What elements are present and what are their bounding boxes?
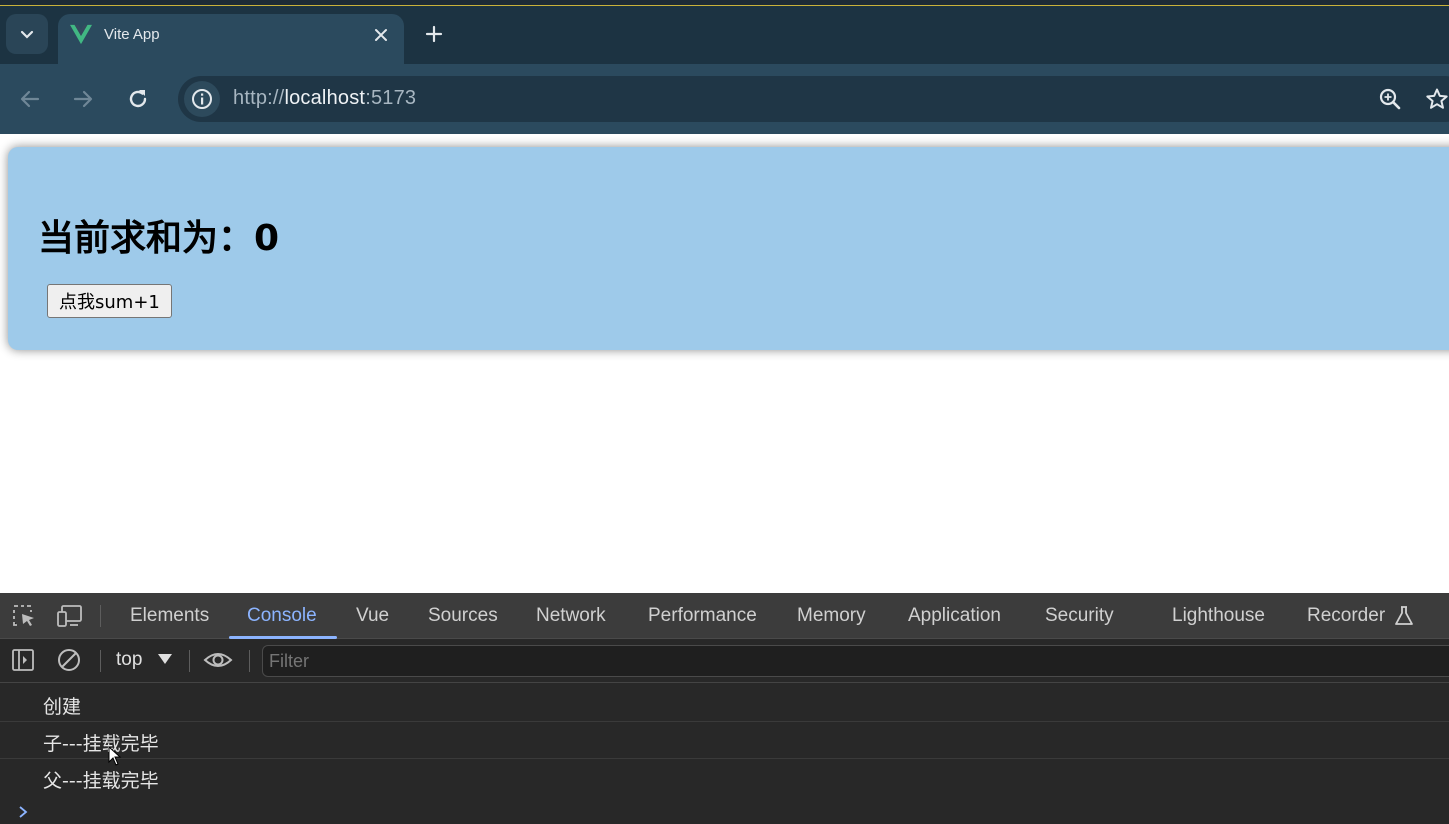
console-message: 创建 xyxy=(0,685,1449,722)
chevron-down-icon xyxy=(20,30,34,39)
browser-toolbar: http://localhost:5173 xyxy=(0,64,1449,134)
back-button[interactable] xyxy=(12,81,48,117)
toolbar-divider xyxy=(189,650,190,672)
sidebar-icon xyxy=(12,649,34,671)
toolbar-divider xyxy=(100,650,101,672)
info-icon xyxy=(192,89,212,109)
clear-icon xyxy=(58,649,80,671)
tab-memory[interactable]: Memory xyxy=(797,605,866,627)
console-message-text: 创建 xyxy=(43,696,82,718)
toolbar-divider xyxy=(100,605,101,627)
tab-network[interactable]: Network xyxy=(536,605,606,627)
star-icon xyxy=(1426,88,1448,109)
arrow-right-icon xyxy=(73,90,93,108)
reload-icon xyxy=(129,90,147,108)
browser-tab[interactable]: Vite App xyxy=(58,14,404,64)
tab-lighthouse[interactable]: Lighthouse xyxy=(1172,605,1265,627)
console-message-text: 父---挂载完毕 xyxy=(43,770,159,792)
vue-logo-icon xyxy=(70,24,92,45)
toolbar-divider xyxy=(249,650,250,672)
url-protocol: http:// xyxy=(233,87,285,109)
tab-search-button[interactable] xyxy=(6,14,48,54)
devtools-tab-bar: Elements Console Vue Sources Network Per… xyxy=(0,593,1449,639)
device-toolbar-button[interactable] xyxy=(55,601,85,631)
devtools-panel: Elements Console Vue Sources Network Per… xyxy=(0,593,1449,824)
context-selector[interactable]: top xyxy=(116,649,142,671)
plus-icon xyxy=(425,25,443,43)
tab-security[interactable]: Security xyxy=(1045,605,1114,627)
increment-sum-button[interactable]: 点我sum+1 xyxy=(47,284,172,318)
mouse-cursor-icon xyxy=(108,746,122,766)
console-message: 父---挂载完毕 xyxy=(0,759,1449,796)
console-prompt-chevron-icon[interactable] xyxy=(16,805,30,819)
device-icon xyxy=(57,605,82,627)
clear-console-button[interactable] xyxy=(54,645,84,675)
forward-button[interactable] xyxy=(65,81,101,117)
close-tab-button[interactable] xyxy=(368,22,394,48)
live-expression-button[interactable] xyxy=(203,645,233,675)
app-container: 当前求和为：0 点我sum+1 xyxy=(8,147,1449,350)
console-message: 子---挂载完毕 xyxy=(0,722,1449,759)
show-sidebar-button[interactable] xyxy=(8,645,38,675)
tab-sources[interactable]: Sources xyxy=(428,605,498,627)
arrow-left-icon xyxy=(20,90,40,108)
address-bar[interactable]: http://localhost:5173 xyxy=(178,76,1449,122)
console-toolbar: top xyxy=(0,639,1449,683)
caret-down-icon xyxy=(158,654,172,664)
tab-application[interactable]: Application xyxy=(908,605,1001,627)
eye-icon xyxy=(203,653,233,667)
experimental-flask-icon xyxy=(1395,606,1413,625)
page-viewport: 当前求和为：0 点我sum+1 xyxy=(0,134,1449,593)
site-info-button[interactable] xyxy=(184,81,220,117)
tab-performance[interactable]: Performance xyxy=(648,605,757,627)
console-filter-input[interactable] xyxy=(262,645,1449,677)
reload-button[interactable] xyxy=(120,81,156,117)
tab-vue[interactable]: Vue xyxy=(356,605,389,627)
tab-console[interactable]: Console xyxy=(247,605,317,627)
url-text: http://localhost:5173 xyxy=(233,87,416,110)
inspect-element-button[interactable] xyxy=(9,601,39,631)
tab-recorder[interactable]: Recorder xyxy=(1307,605,1385,627)
zoom-in-icon xyxy=(1379,88,1401,110)
url-host: localhost xyxy=(284,87,366,109)
new-tab-button[interactable] xyxy=(418,18,450,50)
url-port: :5173 xyxy=(365,87,417,109)
bookmark-button[interactable] xyxy=(1423,85,1449,113)
inspect-icon xyxy=(13,605,34,626)
console-message-text: 子---挂载完毕 xyxy=(43,733,159,755)
close-icon xyxy=(375,29,387,41)
sum-heading: 当前求和为：0 xyxy=(38,218,280,259)
zoom-button[interactable] xyxy=(1376,85,1404,113)
tab-elements[interactable]: Elements xyxy=(130,605,209,627)
tab-title: Vite App xyxy=(104,26,160,43)
tab-bar: Vite App xyxy=(0,6,1449,64)
